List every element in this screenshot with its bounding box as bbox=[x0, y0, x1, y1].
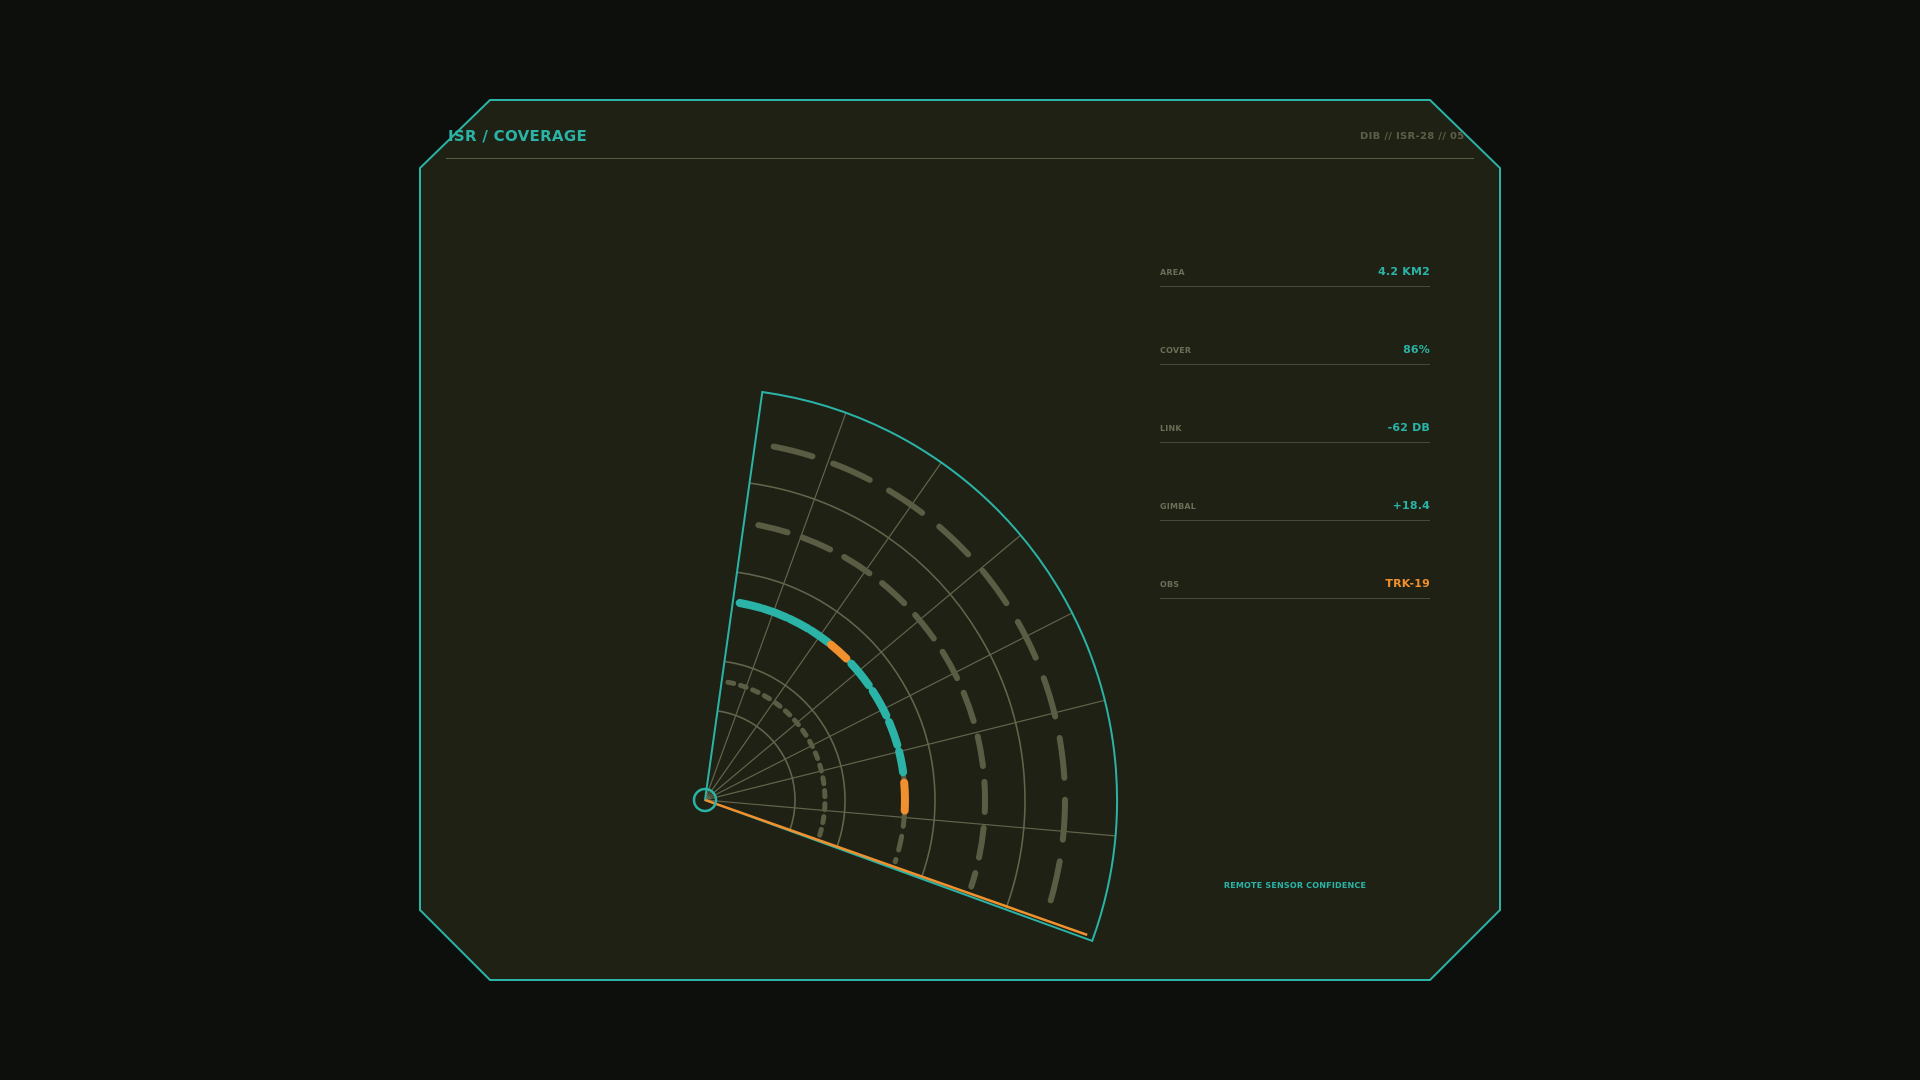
coverage-arc-segment bbox=[895, 747, 908, 777]
stat-row-link: LINK -62 DB bbox=[1160, 421, 1430, 443]
stat-label: OBS bbox=[1160, 580, 1180, 589]
stat-label: COVER bbox=[1160, 346, 1192, 355]
page-title: ISR / COVERAGE bbox=[448, 127, 587, 145]
panel-frame bbox=[419, 99, 1501, 981]
stat-label: GIMBAL bbox=[1160, 502, 1197, 511]
stat-value: +18.4 bbox=[1392, 499, 1430, 512]
coverage-arc-alert-segment bbox=[900, 778, 909, 815]
stat-row-cover: COVER 86% bbox=[1160, 343, 1430, 365]
coverage-arc-segment bbox=[735, 599, 765, 612]
stat-row-obs: OBS TRK-19 bbox=[1160, 577, 1430, 599]
stat-label: AREA bbox=[1160, 268, 1185, 277]
stat-row-gimbal: GIMBAL +18.4 bbox=[1160, 499, 1430, 521]
stat-label: LINK bbox=[1160, 424, 1182, 433]
stat-value: 86% bbox=[1403, 343, 1430, 356]
footer-label: REMOTE SENSOR CONFIDENCE bbox=[1223, 881, 1367, 890]
stat-value: 4.2 KM2 bbox=[1378, 265, 1430, 278]
panel-border bbox=[419, 99, 1501, 981]
stat-row-area: AREA 4.2 KM2 bbox=[1160, 265, 1430, 287]
stat-value: -62 DB bbox=[1387, 421, 1430, 434]
header-divider bbox=[446, 158, 1474, 159]
stat-value: TRK-19 bbox=[1385, 577, 1430, 590]
mission-id: DIB // ISR-28 // 05 bbox=[1360, 131, 1465, 142]
